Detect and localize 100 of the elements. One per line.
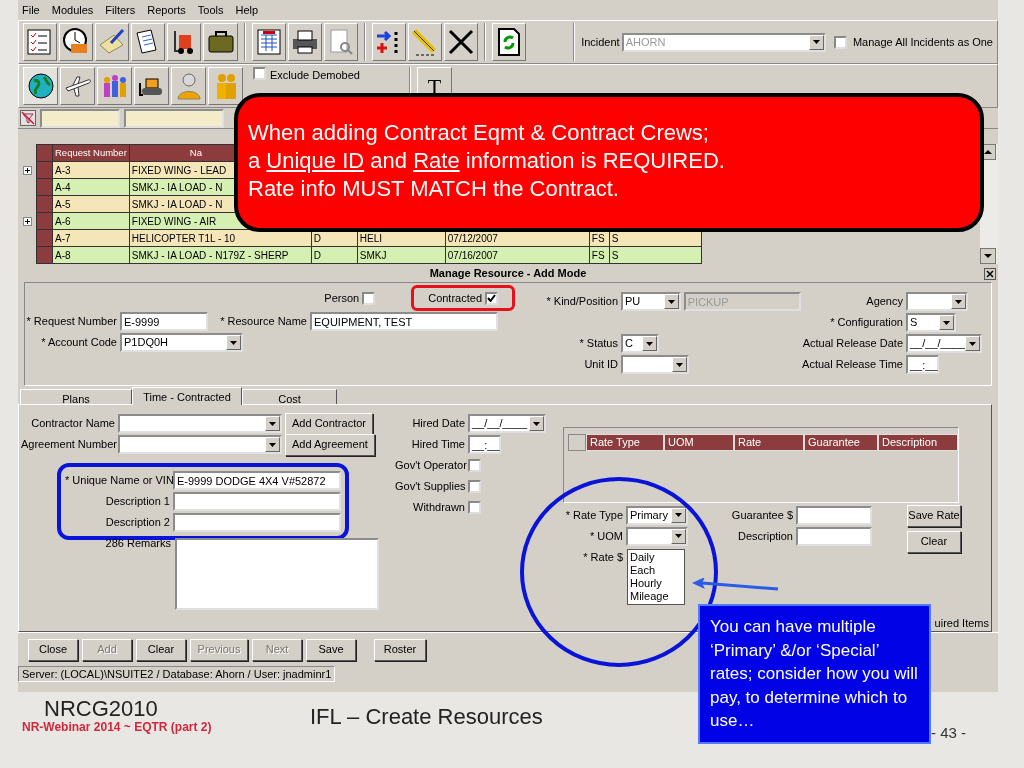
add-contractor-button[interactable]: Add Contractor [285, 412, 373, 435]
dropdown-arrow-icon [969, 341, 977, 346]
menu-item[interactable]: Reports [147, 1, 186, 19]
dialog-title: Manage Resource - Add Mode [429, 265, 587, 281]
column-header[interactable]: Rate Type [586, 434, 664, 451]
hired-date-field[interactable]: __/__/____ [468, 414, 546, 433]
add-agreement-button[interactable]: Add Agreement [285, 433, 375, 456]
list-option[interactable]: Mileage [630, 589, 682, 603]
tab[interactable]: Plans [20, 389, 132, 404]
status-dropdown[interactable]: C [621, 334, 659, 353]
field-label: Description 2 [104, 515, 170, 531]
expand-plus-icon[interactable] [22, 217, 32, 226]
menu-item[interactable]: Help [235, 1, 259, 19]
kind-position-dropdown[interactable]: PU [621, 292, 681, 311]
field-label: Unit ID [583, 357, 618, 373]
globe-icon [25, 71, 56, 101]
expand-plus-icon[interactable] [22, 166, 32, 175]
field-label: Description 1 [104, 494, 170, 510]
toolbar-button[interactable] [287, 23, 322, 61]
close-icon[interactable] [984, 268, 996, 280]
toolbar-button[interactable] [95, 23, 130, 61]
list-option[interactable]: Hourly [630, 576, 682, 590]
request-number-field[interactable]: E-9999 [120, 312, 208, 331]
toolbar-button[interactable] [60, 67, 95, 105]
dropdown-arrow-icon [533, 421, 540, 426]
dropdown-arrow-icon [230, 340, 237, 345]
tab[interactable]: Time - Contracted [132, 387, 242, 405]
filter-field[interactable] [124, 108, 224, 128]
table-cell: 07/16/2007 [445, 246, 590, 264]
field-label: Description [736, 528, 793, 544]
dropdown-arrow-icon [676, 362, 683, 367]
column-header[interactable]: Rate [734, 434, 804, 451]
dialog-button[interactable]: Roster [374, 638, 426, 661]
checkbox[interactable] [253, 67, 266, 80]
description-1-field[interactable] [173, 492, 341, 511]
unique-name-field[interactable]: E-9999 DODGE 4X4 V#52872 [173, 471, 341, 490]
toolbar-button[interactable] [23, 67, 58, 105]
filter-field[interactable] [40, 108, 120, 128]
column-header[interactable]: UOM [664, 434, 734, 451]
dialog-button[interactable]: Clear [136, 638, 186, 661]
checkbox[interactable] [485, 291, 498, 305]
release-date-field[interactable]: __/__/____ [906, 334, 982, 353]
description-2-field[interactable] [173, 513, 341, 532]
list-option[interactable]: Daily [630, 550, 682, 564]
agreement-number-dropdown[interactable] [118, 435, 282, 454]
dialog-button[interactable]: Save [306, 638, 356, 661]
agency-dropdown[interactable] [906, 292, 968, 311]
rate-button[interactable]: Clear [907, 530, 961, 553]
field-label: Gov't Operator [395, 458, 465, 474]
configuration-dropdown[interactable]: S [906, 313, 956, 332]
funnel-icon[interactable] [20, 110, 36, 126]
toolbar-button[interactable] [492, 23, 527, 61]
toolbar-button[interactable] [131, 23, 166, 61]
rate-type-dropdown[interactable]: Primary [626, 505, 688, 525]
rate-description-field[interactable] [796, 526, 872, 546]
menu-item[interactable]: Tools [197, 1, 224, 19]
dropdown-arrow-icon [269, 421, 276, 426]
toolbar-button[interactable] [167, 23, 202, 61]
table-cell: S [609, 246, 702, 264]
hired-time-field[interactable]: __:__ [468, 435, 501, 454]
release-time-field[interactable]: __:__ [906, 355, 939, 374]
rate-button[interactable]: Save Rate [907, 504, 961, 527]
checkbox[interactable] [362, 291, 376, 305]
unit-id-dropdown[interactable] [621, 355, 689, 374]
checkbox[interactable] [468, 459, 481, 472]
menu-item[interactable]: File [22, 1, 40, 19]
account-code-dropdown[interactable]: P1DQ0H [120, 333, 243, 352]
toolbar-button[interactable] [371, 23, 406, 61]
table-cell: A-7 [52, 229, 130, 247]
uom-dropdown[interactable] [626, 526, 688, 546]
conference-name: NRCG2010 [44, 698, 159, 720]
toolbar-button[interactable] [203, 23, 238, 61]
toolbar-button[interactable] [134, 67, 169, 105]
toolbar-button[interactable] [444, 23, 479, 61]
toolbar-button[interactable] [59, 23, 94, 61]
check-icon [487, 294, 496, 302]
list-option[interactable]: Each [630, 563, 682, 577]
tab[interactable]: Cost [242, 389, 337, 404]
field-label: * Rate $ [582, 549, 623, 565]
remarks-field[interactable] [175, 538, 379, 610]
checkbox[interactable] [833, 35, 847, 49]
field-label: * Account Code [40, 335, 117, 351]
resource-name-field[interactable]: EQUIPMENT, TEST [310, 312, 498, 331]
field-label: Hired Time [410, 437, 465, 453]
field-label: Withdrawn [412, 500, 465, 516]
column-header[interactable]: Description [878, 434, 958, 451]
guarantee-field[interactable] [796, 505, 872, 525]
contractor-name-dropdown[interactable] [118, 414, 282, 433]
dropdown-arrow-icon [955, 299, 962, 304]
menu-item[interactable]: Filters [105, 1, 136, 19]
checkbox[interactable] [468, 501, 481, 514]
field-label: Gov't Supplies [395, 479, 465, 495]
column-header[interactable]: Request Number [52, 144, 130, 162]
menu-item[interactable]: Modules [51, 1, 94, 19]
checkbox[interactable] [468, 480, 481, 493]
dialog-button[interactable]: Close [28, 638, 78, 661]
scroll-down-icon[interactable] [980, 248, 996, 264]
column-header[interactable]: Guarantee [804, 434, 878, 451]
field-label: Contracted [428, 290, 482, 306]
field-label: Hired Date [411, 416, 465, 432]
